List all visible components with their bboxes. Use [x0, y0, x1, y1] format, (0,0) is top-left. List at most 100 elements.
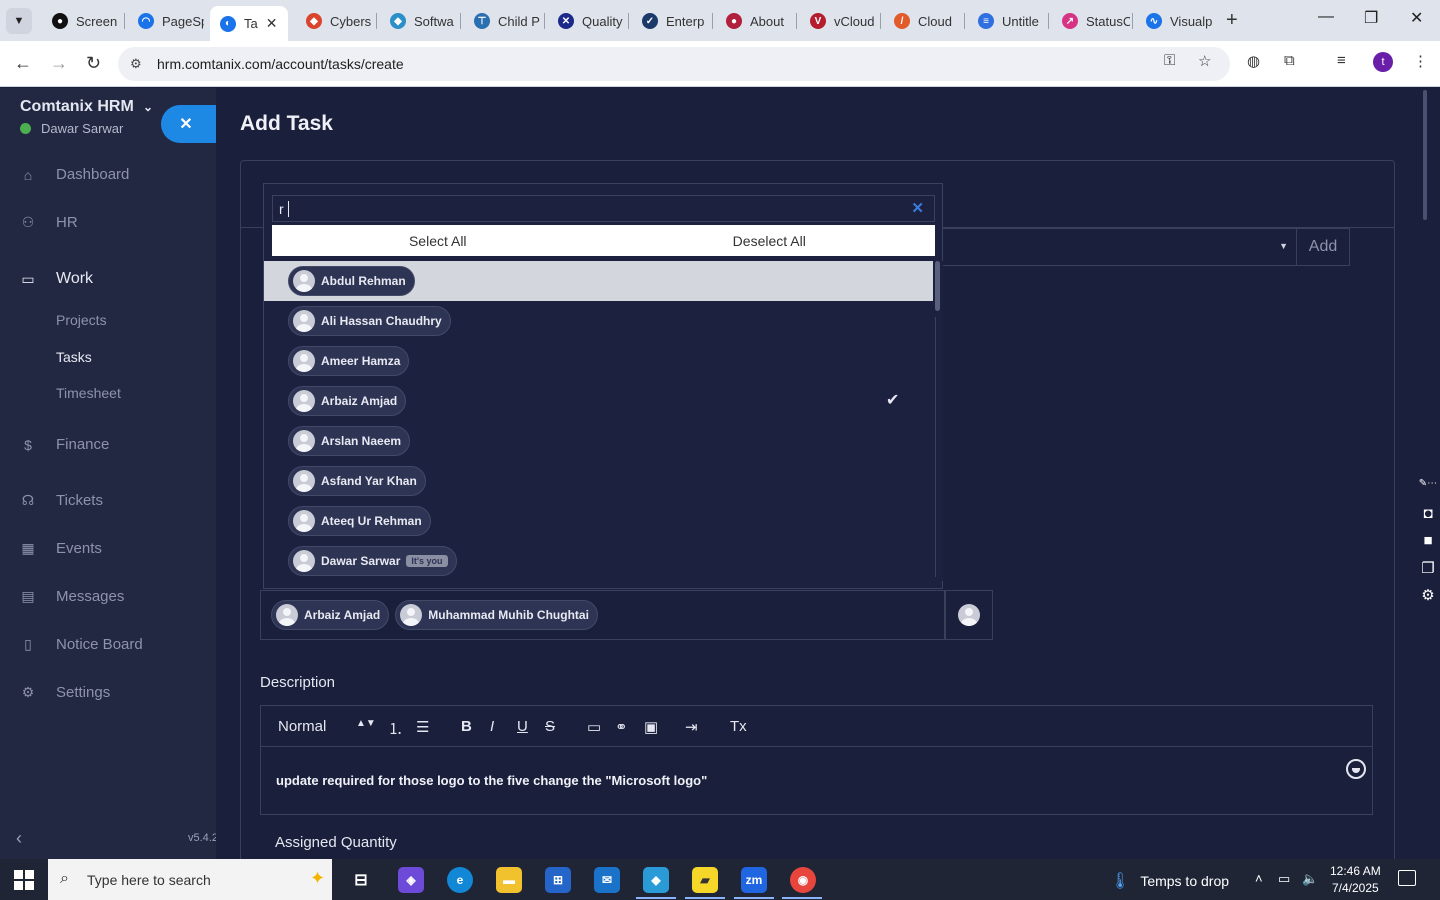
browser-tab[interactable]: ◆ Cybers: [296, 6, 374, 36]
browser-tab[interactable]: ◐ Ta ✕: [210, 6, 288, 41]
browser-tab[interactable]: ⊤ Child P: [464, 6, 542, 36]
assignee-option[interactable]: Arslan Naeem: [264, 421, 934, 461]
assigned-user-chip[interactable]: Arbaiz Amjad: [271, 600, 390, 630]
page-scrollbar[interactable]: [1419, 88, 1440, 859]
close-window-icon[interactable]: ✕: [1410, 8, 1423, 28]
camera-icon[interactable]: ◘: [1416, 505, 1440, 532]
assignee-option[interactable]: Ameer Hamza: [264, 341, 934, 381]
settings-icon[interactable]: ⚙: [1416, 586, 1440, 613]
sidebar-item-events[interactable]: ▦ Events: [20, 540, 101, 557]
close-panel-button[interactable]: ✕: [161, 105, 217, 143]
assignee-option[interactable]: Dawar Sarwar It's you: [264, 541, 934, 581]
strike-icon[interactable]: S: [545, 718, 555, 735]
sidebar-item-finance[interactable]: $ Finance: [20, 436, 109, 453]
reload-icon[interactable]: ↻: [86, 53, 101, 74]
browser-tab[interactable]: ● Screen: [42, 6, 120, 36]
sidebar-item-notice-board[interactable]: ▯ Notice Board: [20, 636, 143, 653]
browser-tab[interactable]: ∿ Visualp: [1136, 6, 1214, 36]
sticky-notes-icon[interactable]: ▰: [692, 867, 718, 893]
bookmark-star-icon[interactable]: ☆: [1198, 52, 1211, 70]
app-diamond-icon[interactable]: ◆: [643, 867, 669, 893]
sidebar-subitem-timesheet[interactable]: Timesheet: [56, 385, 121, 401]
omnibox[interactable]: ⚙ hrm.comtanix.com/account/tasks/create: [118, 47, 1230, 81]
assignee-option[interactable]: Abdul Rehman: [264, 261, 934, 301]
browser-tab[interactable]: ≡ Untitle: [968, 6, 1046, 36]
assignee-option[interactable]: Arbaiz Amjad ✔: [264, 381, 934, 421]
assignee-search-input[interactable]: r ✕: [272, 195, 935, 222]
browser-tab[interactable]: ● About: [716, 6, 794, 36]
forward-icon[interactable]: →: [50, 53, 68, 74]
browser-tab[interactable]: ✕ Quality: [548, 6, 626, 36]
chrome-icon[interactable]: ◉: [790, 867, 816, 893]
video-camera-icon[interactable]: ■: [1416, 532, 1440, 559]
browser-tab[interactable]: / Cloud: [884, 6, 962, 36]
clear-format-icon[interactable]: Tx: [730, 718, 747, 735]
brand-name[interactable]: Comtanix HRM ⌄: [20, 98, 153, 116]
emoji-icon[interactable]: [1346, 759, 1366, 779]
menu-kebab-icon[interactable]: ⋮: [1413, 52, 1428, 70]
assign-user-button[interactable]: [944, 590, 993, 640]
clock[interactable]: 12:46 AM 7/4/2025: [1330, 863, 1381, 897]
assigned-to-field[interactable]: Arbaiz Amjad Muhammad Muhib Chughtai: [260, 590, 946, 640]
image-icon[interactable]: ▭: [587, 718, 601, 736]
site-info-icon[interactable]: ⚙: [130, 56, 142, 72]
tray-overflow-icon[interactable]: ˄: [1255, 871, 1263, 886]
url-text[interactable]: hrm.comtanix.com/account/tasks/create: [157, 56, 404, 72]
browser-tab[interactable]: VvCloud: [800, 6, 878, 36]
browser-tab[interactable]: ◠ PageSp: [128, 6, 204, 36]
password-key-icon[interactable]: ⚿: [1164, 52, 1175, 69]
select-all-button[interactable]: Select All: [272, 225, 604, 256]
scrollbar-thumb[interactable]: [935, 261, 940, 311]
sidebar-subitem-projects[interactable]: Projects: [56, 312, 107, 328]
capture-tool-icon[interactable]: ✎⋯: [1416, 478, 1440, 505]
notifications-icon[interactable]: [1398, 870, 1416, 886]
bullet-list-icon[interactable]: ☰: [416, 718, 429, 736]
profile-avatar[interactable]: t: [1373, 52, 1393, 72]
sidebar-item-settings[interactable]: ⚙ Settings: [20, 684, 110, 701]
underline-icon[interactable]: U: [517, 718, 528, 735]
extensions-icon[interactable]: ⧉: [1284, 52, 1295, 69]
browser-tab[interactable]: ✓ Enterp: [632, 6, 710, 36]
italic-icon[interactable]: I: [490, 718, 494, 735]
close-tab-icon[interactable]: ✕: [266, 15, 278, 32]
bold-icon[interactable]: B: [461, 718, 472, 735]
video-icon[interactable]: ▣: [644, 718, 658, 736]
weather-widget[interactable]: 🌡 Temps to drop: [1110, 871, 1229, 891]
new-tab-button[interactable]: +: [1226, 9, 1238, 32]
media-control-icon[interactable]: ≡: [1337, 52, 1346, 69]
ordered-list-icon[interactable]: ⒈: [388, 718, 403, 739]
restore-icon[interactable]: ❐: [1364, 8, 1378, 28]
translate-icon[interactable]: ◍: [1247, 52, 1260, 70]
browser-tab[interactable]: ↗ StatusC: [1052, 6, 1130, 36]
assignee-option[interactable]: Ateeq Ur Rehman: [264, 501, 934, 541]
browser-tab[interactable]: ◆ Softwa: [380, 6, 458, 36]
back-icon[interactable]: ←: [14, 53, 32, 74]
copilot-icon[interactable]: ◈: [398, 867, 424, 893]
sidebar-item-work[interactable]: ▭ Work: [20, 270, 93, 288]
window-icon[interactable]: ❐: [1416, 559, 1440, 586]
direction-icon[interactable]: ⇥: [685, 718, 698, 736]
scrollbar-thumb[interactable]: [1423, 90, 1427, 220]
volume-icon[interactable]: 🔈: [1302, 871, 1318, 887]
minimize-icon[interactable]: —: [1318, 8, 1334, 26]
task-view-icon[interactable]: ⊟: [348, 867, 374, 893]
sidebar-item-dashboard[interactable]: ⌂ Dashboard: [20, 166, 130, 183]
deselect-all-button[interactable]: Deselect All: [604, 225, 936, 256]
network-icon[interactable]: ▭: [1278, 871, 1290, 887]
sidebar-subitem-tasks[interactable]: Tasks: [56, 349, 92, 365]
clear-search-icon[interactable]: ✕: [911, 199, 924, 217]
assignee-option[interactable]: Ali Hassan Chaudhry: [264, 301, 934, 341]
file-explorer-icon[interactable]: ▬: [496, 867, 522, 893]
sidebar-item-messages[interactable]: ▤ Messages: [20, 588, 124, 605]
link-icon[interactable]: ⚭: [615, 718, 628, 736]
assignee-option[interactable]: Asfand Yar Khan: [264, 461, 934, 501]
sidebar-item-tickets[interactable]: ☊ Tickets: [20, 492, 103, 509]
collapse-sidebar-icon[interactable]: ‹: [16, 828, 22, 849]
assigned-user-chip[interactable]: Muhammad Muhib Chughtai: [395, 600, 598, 630]
sidebar-item-hr[interactable]: ⚇ HR: [20, 214, 78, 231]
zoom-icon[interactable]: zm: [741, 867, 767, 893]
windows-start-icon[interactable]: [14, 870, 34, 890]
tab-search-button[interactable]: ▼: [6, 8, 32, 34]
dropdown-scrollbar[interactable]: [933, 261, 943, 581]
project-select[interactable]: ▼: [921, 228, 1296, 266]
